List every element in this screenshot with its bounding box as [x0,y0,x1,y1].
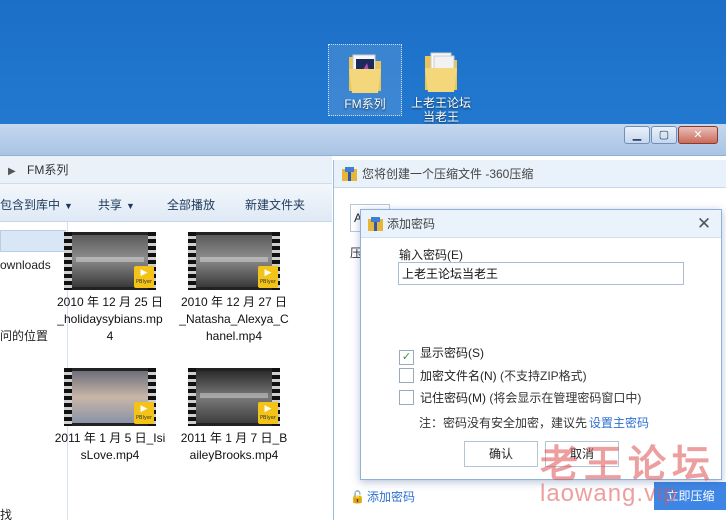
close-icon[interactable]: ✕ [695,215,713,233]
film-strip-icon [188,368,196,426]
folder-icon [425,52,457,92]
chevron-down-icon: ▼ [64,201,73,211]
explorer-titlebar: ▁ ▢ ✕ [0,124,726,156]
play-icon: ▶ [264,267,272,277]
desktop: FM系列 上老王论坛当老王 [0,0,726,125]
film-strip-icon [188,232,196,290]
player-badge-label: PBlyer [260,279,276,285]
archive-app-icon [368,217,383,231]
close-button[interactable]: ✕ [678,126,718,144]
address-bar[interactable]: ▶ FM系列 [0,156,332,184]
checkbox-checked-icon[interactable]: ✓ [399,350,414,365]
maximize-button[interactable]: ▢ [651,126,677,144]
chevron-down-icon: ▼ [126,201,135,211]
toolbar-label: 共享 [98,198,123,212]
video-thumbnail: ▶ PBlyer [64,232,156,290]
option-label: 加密文件名(N) [420,369,497,383]
desktop-folder-fm[interactable]: FM系列 [328,44,402,116]
set-master-password-link[interactable]: 设置主密码 [589,416,649,430]
archive-app-icon [342,167,357,181]
option-label: 显示密码(S) [420,346,484,360]
film-strip-icon [64,232,72,290]
include-in-library-button[interactable]: 包含到库中 ▼ [0,196,73,213]
compressor-title: 您将创建一个压缩文件 -360压缩 [362,167,534,181]
desktop-icon-label: FM系列 [344,97,386,111]
option-note: (将会显示在管理密码窗口中) [486,391,642,405]
film-strip-icon [64,368,72,426]
file-name: 2011 年 1 月 7 日_BaileyBrooks.mp4 [180,431,288,462]
play-icon: ▶ [264,403,272,413]
dialog-titlebar: 添加密码 ✕ [361,210,721,238]
player-badge-icon: ▶ PBlyer [134,266,154,288]
share-button[interactable]: 共享 ▼ [98,196,135,213]
desktop-folder-laowang[interactable]: 上老王论坛当老王 [404,44,478,124]
player-badge-label: PBlyer [260,415,276,421]
encrypt-filenames-checkbox[interactable]: 加密文件名(N) (不支持ZIP格式) [399,367,587,384]
video-thumbnail: ▶ PBlyer [64,368,156,426]
player-badge-label: PBlyer [136,415,152,421]
checkbox-icon[interactable] [399,390,414,405]
player-badge-icon: ▶ PBlyer [258,266,278,288]
breadcrumb[interactable]: FM系列 [27,163,68,177]
file-list: ▶ PBlyer 2010 年 12 月 25 日_holidaysybians.… [55,222,332,520]
nav-item-downloads[interactable]: ownloads [0,258,51,272]
option-label: 记住密码(M) [420,391,486,405]
breadcrumb-arrow-icon[interactable]: ▶ [8,166,16,177]
password-input[interactable] [398,262,684,285]
desktop-icon-label: 上老王论坛当老王 [410,96,471,124]
confirm-button[interactable]: 确认 [464,441,538,467]
add-password-link[interactable]: 🔓 添加密码 [350,488,415,505]
play-icon: ▶ [140,403,148,413]
new-folder-button[interactable]: 新建文件夹 [245,196,305,213]
file-item[interactable]: ▶ PBlyer 2011 年 1 月 5 日_IsisLove.mp4 [54,368,166,464]
thumbnail-watermark [200,257,268,262]
nav-item-recent-places[interactable]: 问的位置 [0,327,48,344]
security-hint: 注：密码没有安全加密，建议先 设置主密码 [419,414,649,431]
minimize-button[interactable]: ▁ [624,126,650,144]
thumbnail-watermark [76,257,144,262]
add-password-link-label: 添加密码 [366,490,415,504]
play-all-button[interactable]: 全部播放 [167,196,215,213]
player-badge-icon: ▶ PBlyer [134,402,154,424]
thumbnail-watermark [200,393,268,398]
compressor-titlebar: 您将创建一个压缩文件 -360压缩 [334,160,726,188]
folder-icon [349,54,381,93]
explorer-toolbar: 包含到库中 ▼ 共享 ▼ 全部播放 新建文件夹 [0,184,332,222]
dialog-title: 添加密码 [387,217,436,231]
video-thumbnail: ▶ PBlyer [188,368,280,426]
hint-text: 注：密码没有安全加密，建议先 [419,416,588,430]
password-label: 输入密码(E) [399,248,463,262]
play-icon: ▶ [140,267,148,277]
file-name: 2011 年 1 月 5 日_IsisLove.mp4 [54,431,166,462]
toolbar-label: 包含到库中 [0,198,61,212]
player-badge-label: PBlyer [136,279,152,285]
file-item[interactable]: ▶ PBlyer 2010 年 12 月 27 日_Natasha_Alexya_… [178,232,290,345]
remember-password-checkbox[interactable]: 记住密码(M) (将会显示在管理密码窗口中) [399,389,641,406]
file-name: 2010 年 12 月 25 日_holidaysybians.mp4 [56,295,164,343]
watermark-url: laowang.vip [540,480,678,507]
file-item[interactable]: ▶ PBlyer 2011 年 1 月 7 日_BaileyBrooks.mp4 [178,368,290,464]
file-name: 2010 年 12 月 27 日_Natasha_Alexya_Chanel.m… [179,295,289,343]
option-note: (不支持ZIP格式) [496,369,587,383]
file-item[interactable]: ▶ PBlyer 2010 年 12 月 25 日_holidaysybians.… [54,232,166,345]
show-password-checkbox[interactable]: ✓ 显示密码(S) [399,344,484,365]
checkbox-icon[interactable] [399,368,414,383]
lock-icon: 🔓 [350,490,365,504]
video-thumbnail: ▶ PBlyer [188,232,280,290]
player-badge-icon: ▶ PBlyer [258,402,278,424]
window-controls: ▁ ▢ ✕ [623,126,718,144]
nav-item-more[interactable]: 找 [0,506,12,520]
